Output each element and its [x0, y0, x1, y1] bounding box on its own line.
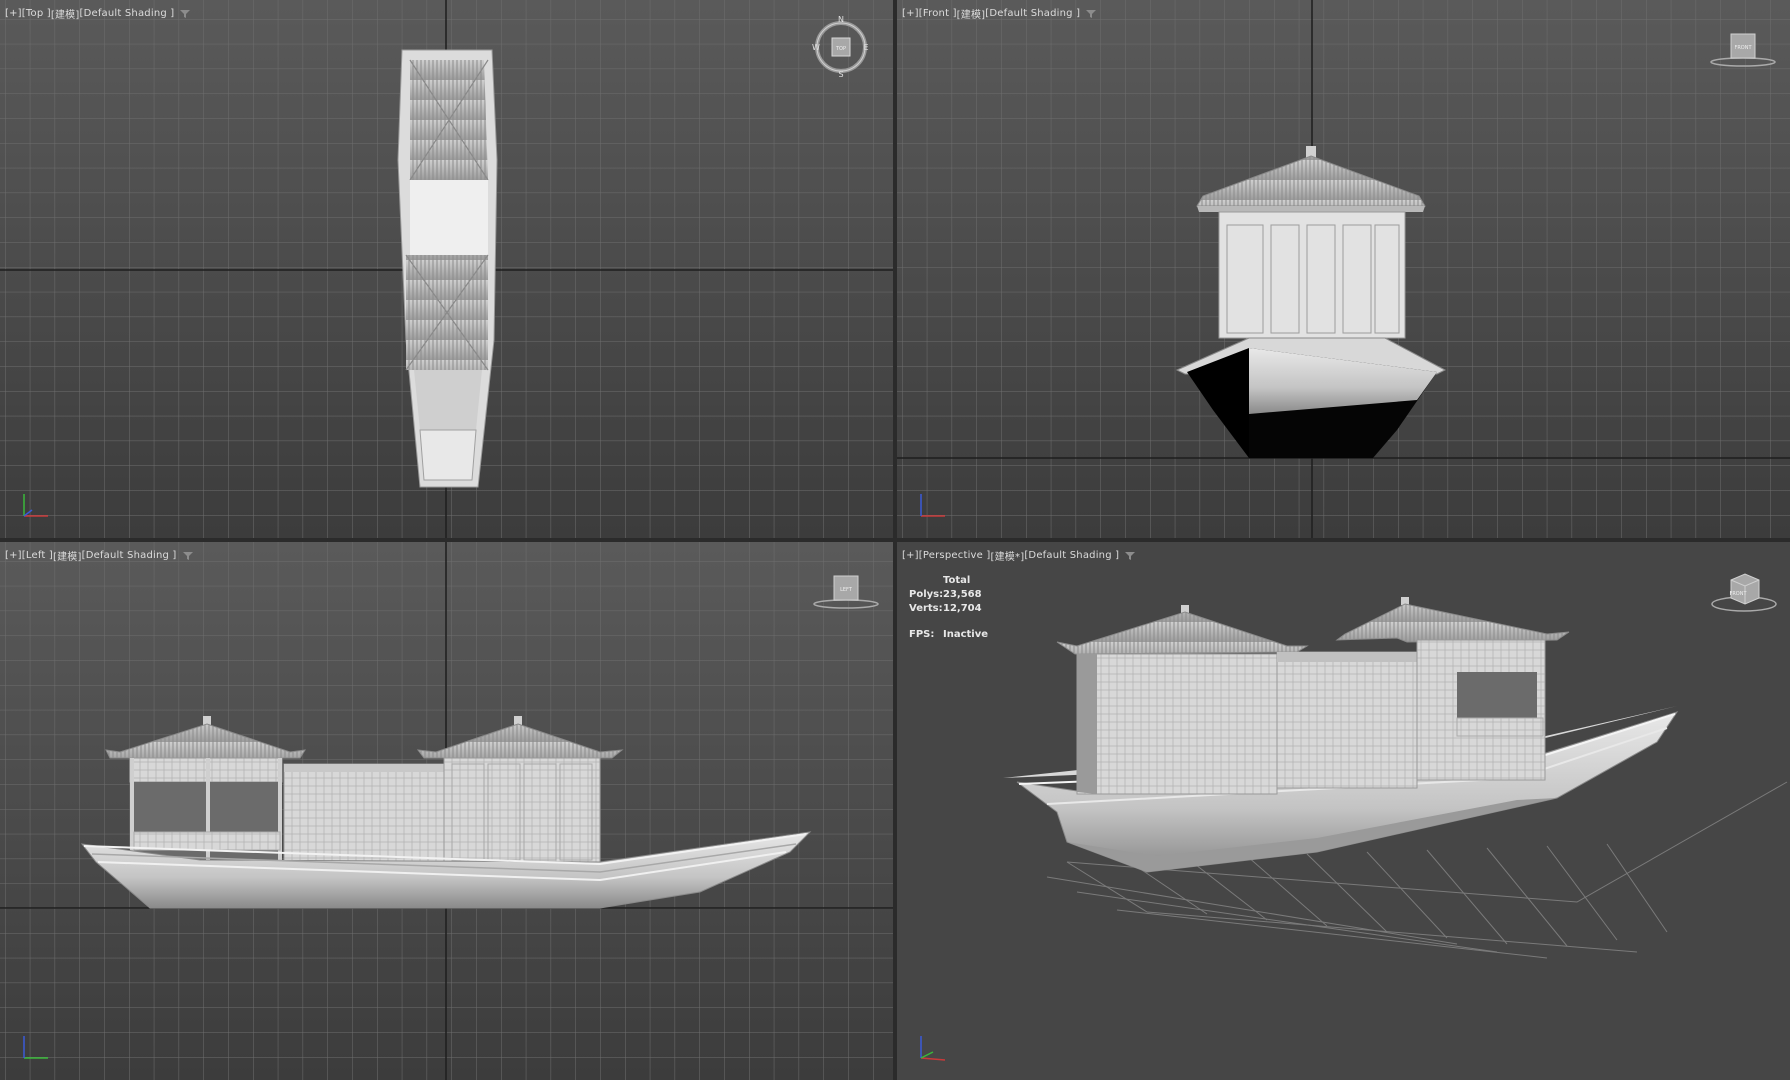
- viewport-layer-menu[interactable]: [建模]: [53, 548, 82, 563]
- axis-tripod-icon: [23, 494, 48, 517]
- axis-tripod-icon: [920, 1036, 946, 1061]
- viewport-shading-menu[interactable]: [Default Shading ]: [79, 8, 174, 19]
- viewport-plus-menu[interactable]: [+]: [5, 550, 22, 561]
- compass-east: E: [863, 43, 868, 52]
- stats-header: Total: [943, 575, 971, 586]
- left-view-scene: [0, 542, 893, 1080]
- viewport-point-of-view-menu[interactable]: [Left ]: [22, 550, 53, 561]
- viewport-label-front: [+] [Front ] [建模] [Default Shading ]: [902, 6, 1097, 21]
- viewport-plus-menu[interactable]: [+]: [5, 8, 22, 19]
- stats-polys-label: Polys:: [909, 589, 944, 600]
- axis-tripod-icon: [920, 494, 945, 517]
- viewport-perspective[interactable]: [+] [Perspective ] [建模*] [Default Shadin…: [897, 542, 1790, 1080]
- scene-statistics: Total Polys: 23,568 Verts: 12,704 FPS: Inac…: [909, 574, 988, 642]
- top-view-scene: [0, 0, 893, 538]
- viewport-label-top: [+] [Top ] [建模] [Default Shading ]: [5, 6, 191, 21]
- compass-south: S: [838, 70, 843, 78]
- stats-verts-value: 12,704: [943, 603, 982, 614]
- viewport-top[interactable]: [+] [Top ] [建模] [Default Shading ] TOP N…: [0, 0, 893, 538]
- viewport-layer-menu[interactable]: [建模]: [51, 6, 80, 21]
- viewcube-icon[interactable]: FRONT: [1709, 568, 1779, 614]
- stats-verts-label: Verts:: [909, 603, 943, 614]
- viewport-plus-menu[interactable]: [+]: [902, 8, 919, 19]
- viewport-shading-menu[interactable]: [Default Shading ]: [1024, 550, 1119, 561]
- filter-icon[interactable]: [180, 9, 191, 19]
- viewport-label-left: [+] [Left ] [建模] [Default Shading ]: [5, 548, 193, 563]
- stats-polys-value: 23,568: [943, 589, 982, 600]
- stats-fps-value: Inactive: [943, 629, 989, 640]
- viewcube-face-label: FRONT: [1734, 45, 1752, 51]
- viewcube-face-label: LEFT: [840, 587, 853, 593]
- viewport-point-of-view-menu[interactable]: [Perspective ]: [919, 550, 991, 561]
- compass-west: W: [812, 43, 820, 52]
- viewport-left[interactable]: [+] [Left ] [建模] [Default Shading ] LEFT: [0, 542, 893, 1080]
- viewcube-face-label: FRONT: [1729, 591, 1747, 597]
- viewport-label-perspective: [+] [Perspective ] [建模*] [Default Shadin…: [902, 548, 1136, 563]
- viewport-point-of-view-menu[interactable]: [Front ]: [919, 8, 957, 19]
- viewport-shading-menu[interactable]: [Default Shading ]: [82, 550, 177, 561]
- viewport-shading-menu[interactable]: [Default Shading ]: [985, 8, 1080, 19]
- viewcube-icon[interactable]: LEFT: [812, 572, 880, 612]
- viewport-layer-menu[interactable]: [建模]: [957, 6, 986, 21]
- compass-icon[interactable]: TOP N S E W: [812, 16, 870, 78]
- filter-icon[interactable]: [1086, 9, 1097, 19]
- viewcube-icon[interactable]: FRONT: [1709, 30, 1777, 70]
- filter-icon[interactable]: [182, 551, 193, 561]
- viewport-layer-menu[interactable]: [建模*]: [991, 548, 1025, 563]
- stats-fps-label: FPS:: [909, 629, 935, 640]
- compass-north: N: [838, 16, 844, 24]
- viewport-point-of-view-menu[interactable]: [Top ]: [22, 8, 51, 19]
- filter-icon[interactable]: [1125, 551, 1136, 561]
- front-view-scene: [897, 0, 1790, 538]
- viewport-plus-menu[interactable]: [+]: [902, 550, 919, 561]
- axis-tripod-icon: [23, 1036, 48, 1059]
- viewcube-face-label: TOP: [835, 46, 846, 52]
- viewport-front[interactable]: [+] [Front ] [建模] [Default Shading ] FRO…: [897, 0, 1790, 538]
- perspective-view-scene: [897, 542, 1790, 1080]
